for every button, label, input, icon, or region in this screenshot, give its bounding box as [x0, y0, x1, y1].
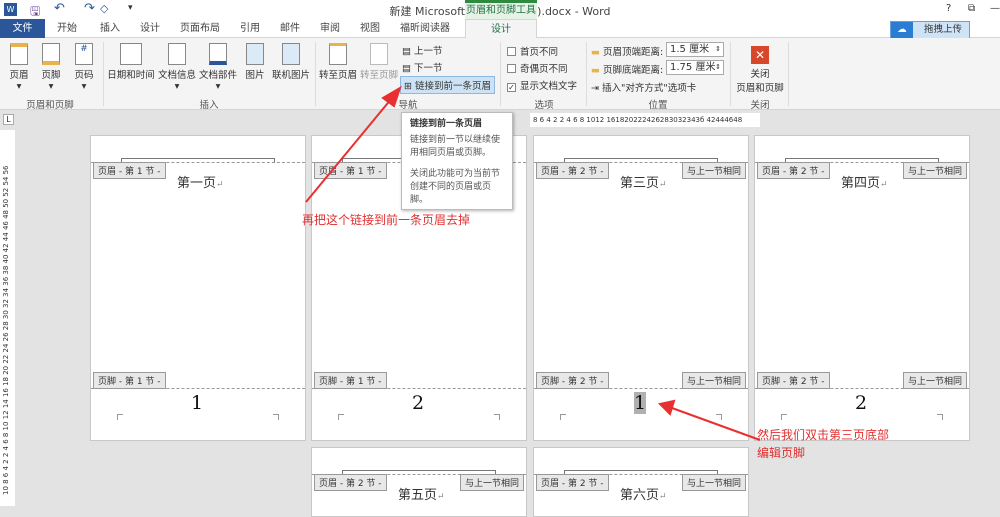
annotation-text: 再把这个链接到前一条页眉去掉: [302, 213, 471, 227]
annotation-text: 编辑页脚: [757, 446, 806, 460]
annotation-text: 然后我们双击第三页底部: [757, 428, 890, 442]
arrow-line: [305, 97, 393, 203]
arrow-head: [381, 85, 402, 108]
arrow-head: [657, 399, 676, 416]
arrow-line: [671, 407, 761, 441]
